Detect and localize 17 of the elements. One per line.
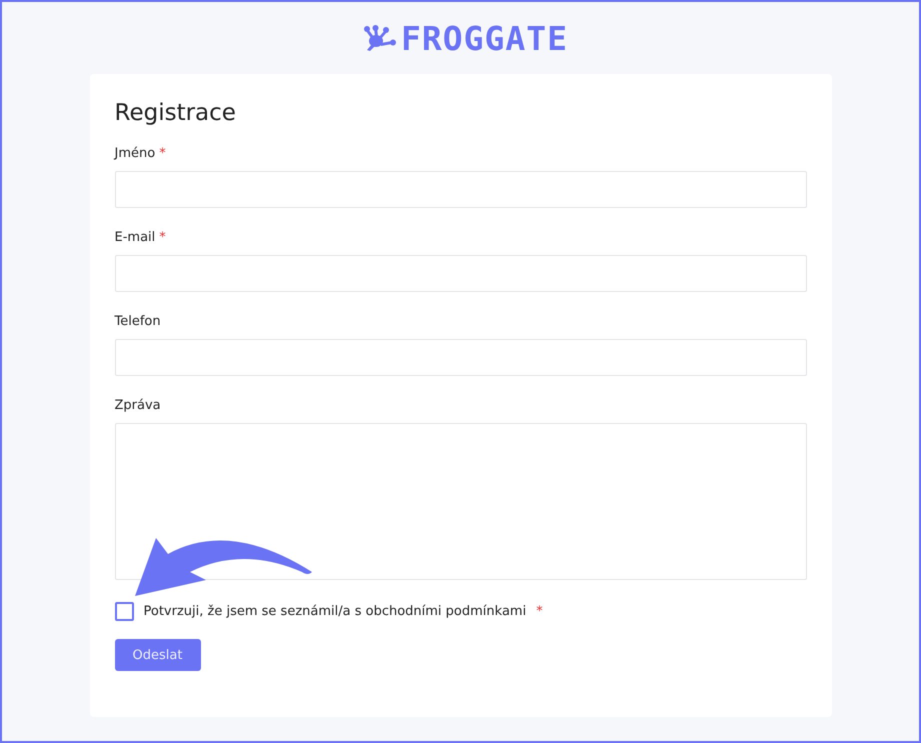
input-field[interactable] xyxy=(114,255,806,292)
input-field[interactable] xyxy=(114,339,806,376)
field-label: E-mail xyxy=(114,230,156,245)
message-field[interactable] xyxy=(114,423,806,580)
input-field[interactable] xyxy=(114,171,806,208)
required-asterisk: * xyxy=(159,230,166,245)
field-label: Zpráva xyxy=(114,398,161,413)
submit-button[interactable]: Odeslat xyxy=(114,639,200,671)
logo-text: FROGGATE xyxy=(401,18,568,58)
frog-hand-icon xyxy=(363,25,398,51)
consent-label: Potvrzuji, že jsem se seznámil/a s obchodními podmínkami xyxy=(144,604,526,619)
form-title: Registrace xyxy=(114,100,237,126)
field-label: Jméno xyxy=(114,146,156,161)
required-asterisk: * xyxy=(159,146,166,161)
required-asterisk: * xyxy=(536,604,543,619)
checkbox[interactable] xyxy=(114,602,134,621)
field-label: Telefon xyxy=(114,314,161,329)
